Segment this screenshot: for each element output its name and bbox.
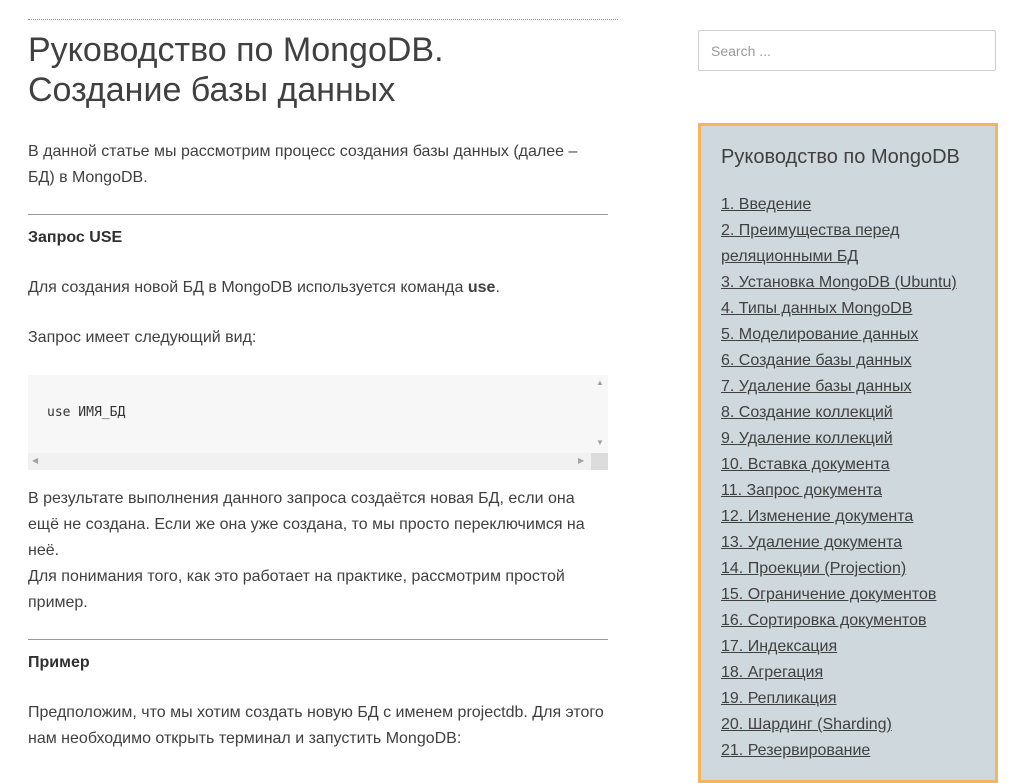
page-title: Руководство по MongoDB. Создание базы да… [28,31,444,109]
toc-item: 3. Установка MongoDB (Ubuntu) [721,270,981,296]
toc-item: 9. Удаление коллекций [721,426,981,452]
toc-link[interactable]: 2. Преимущества перед реляционными БД [721,222,899,265]
practice-paragraph: Для понимания того, как это работает на … [28,568,565,611]
toc-item: 15. Ограничение документов [721,582,981,608]
toc-item: 5. Моделирование данных [721,322,981,348]
use-text: Для создания новой БД в MongoDB использу… [28,279,468,296]
toc-item: 11. Запрос документа [721,478,981,504]
toc-link[interactable]: 19. Репликация [721,690,837,707]
toc-list: 1. Введение 2. Преимущества перед реляци… [721,192,981,764]
toc-link[interactable]: 20. Шардинг (Sharding) [721,716,892,733]
toc-link[interactable]: 21. Резервирование [721,742,870,759]
scrollbar-corner [591,453,608,470]
toc-item: 4. Типы данных MongoDB [721,296,981,322]
toc-link[interactable]: 18. Агрегация [721,664,823,681]
query-form-paragraph: Запрос имеет следующий вид: [28,329,257,346]
toc-item: 18. Агрегация [721,660,981,686]
example-paragraph: Предположим, что мы хотим создать новую … [28,704,604,747]
toc-link[interactable]: 9. Удаление коллекций [721,430,893,447]
code-block[interactable]: use ИМЯ_БД ▲ ▼ ◀ ▶ [28,375,608,470]
use-text-end: . [495,279,500,296]
toc-item: 20. Шардинг (Sharding) [721,712,981,738]
toc-item: 21. Резервирование [721,738,981,764]
toc-link[interactable]: 10. Вставка документа [721,456,890,473]
use-command-paragraph: Для создания новой БД в MongoDB использу… [28,275,608,301]
toc-item: 13. Удаление документа [721,530,981,556]
toc-link[interactable]: 14. Проекции (Projection) [721,560,906,577]
section-divider [28,214,608,215]
use-keyword: use [467,279,496,296]
scroll-up-icon[interactable]: ▲ [596,379,604,387]
toc-link[interactable]: 4. Типы данных MongoDB [721,300,912,317]
toc-link[interactable]: 15. Ограничение документов [721,586,936,603]
toc-link[interactable]: 1. Введение [721,196,811,213]
vertical-scrollbar[interactable]: ▲ ▼ [591,375,608,453]
toc-item: 14. Проекции (Projection) [721,556,981,582]
toc-link[interactable]: 8. Создание коллекций [721,404,893,421]
scroll-right-icon[interactable]: ▶ [578,457,584,465]
toc-link[interactable]: 3. Установка MongoDB (Ubuntu) [721,274,957,291]
intro-paragraph: В данной статье мы рассмотрим процесс со… [28,143,578,186]
toc-item: 12. Изменение документа [721,504,981,530]
toc-item: 2. Преимущества перед реляционными БД [721,218,981,270]
widget-title: Руководство по MongoDB [721,146,960,168]
scroll-down-icon[interactable]: ▼ [596,439,604,447]
scroll-left-icon[interactable]: ◀ [32,457,38,465]
toc-link[interactable]: 13. Удаление документа [721,534,902,551]
toc-link[interactable]: 11. Запрос документа [721,482,882,499]
toc-item: 1. Введение [721,192,981,218]
toc-item: 6. Создание базы данных [721,348,981,374]
toc-link[interactable]: 5. Моделирование данных [721,326,918,343]
toc-item: 8. Создание коллекций [721,400,981,426]
search-input[interactable] [698,30,996,71]
toc-item: 10. Вставка документа [721,452,981,478]
toc-item: 19. Репликация [721,686,981,712]
toc-item: 16. Сортировка документов [721,608,981,634]
toc-item: 17. Индексация [721,634,981,660]
toc-link[interactable]: 17. Индексация [721,638,837,655]
toc-link[interactable]: 6. Создание базы данных [721,352,912,369]
toc-link[interactable]: 12. Изменение документа [721,508,913,525]
toc-widget: Руководство по MongoDB 1. Введение 2. Пр… [698,123,998,783]
toc-item: 7. Удаление базы данных [721,374,981,400]
section-heading-example: Пример [28,654,90,671]
code-text: use ИМЯ_БД [47,405,126,420]
top-divider [28,19,618,20]
toc-link[interactable]: 7. Удаление базы данных [721,378,912,395]
horizontal-scrollbar[interactable]: ◀ ▶ [28,453,591,470]
result-paragraph: В результате выполнения данного запроса … [28,490,585,559]
section-heading-use: Запрос USE [28,229,123,246]
toc-link[interactable]: 16. Сортировка документов [721,612,926,629]
section-divider [28,639,608,640]
